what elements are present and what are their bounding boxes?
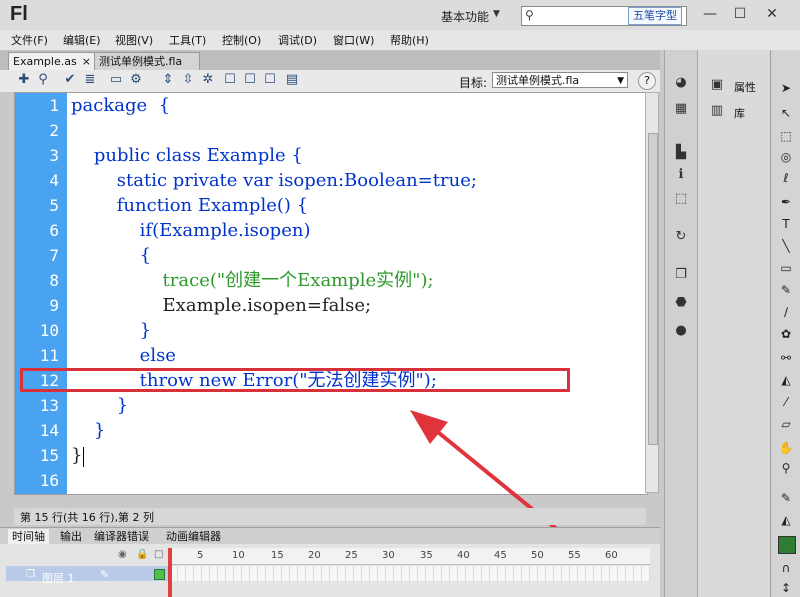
frame-number: 55 [568,550,581,561]
motion-presets-icon[interactable]: ● [672,322,690,340]
eyedropper-tool-icon[interactable]: ⁄ [778,394,794,410]
frame-number: 15 [271,550,284,561]
eye-icon[interactable]: ◉ [118,549,127,560]
lock-icon[interactable]: 🔒 [136,549,148,560]
align-icon[interactable]: ▙ [672,144,690,162]
frame-ruler[interactable]: 5 10 15 20 25 30 35 40 45 50 55 60 [170,548,650,565]
history-icon[interactable]: ↻ [672,228,690,246]
info-icon[interactable]: ℹ [672,166,690,184]
properties-panel-label[interactable]: 属性 [734,79,756,95]
playhead[interactable] [168,548,172,597]
smooth-icon[interactable]: ↕ [778,580,794,596]
layer-color-swatch[interactable] [154,569,165,580]
components-icon[interactable]: ⬣ [672,294,690,312]
tab-motion-editor[interactable]: 动画编辑器 [162,529,225,544]
pencil-icon: ✎ [100,568,110,581]
rectangle-tool-icon[interactable]: ▭ [778,260,794,276]
frame-number: 60 [605,550,618,561]
tab-compiler-errors[interactable]: 编译器错误 [90,529,153,544]
brush-tool-icon[interactable]: ∕ [778,304,794,320]
3d-rotation-tool-icon[interactable]: ◎ [778,149,794,165]
bone-tool-icon[interactable]: ⚯ [778,350,794,366]
selection-tool-icon[interactable]: ➤ [778,80,794,96]
frame-number: 20 [308,550,321,561]
zoom-tool-icon[interactable]: ⚲ [778,460,794,476]
frame-number: 25 [345,550,358,561]
frame-number: 10 [232,550,245,561]
frame-number: 45 [494,550,507,561]
transform-icon[interactable]: ⬚ [672,190,690,208]
library-icon[interactable]: ▥ [708,102,726,120]
properties-icon[interactable]: ▣ [708,76,726,94]
frame-number: 30 [382,550,395,561]
deco-tool-icon[interactable]: ✿ [778,326,794,342]
color-icon[interactable]: ◕ [672,74,690,92]
stroke-color-icon[interactable]: ✎ [778,490,794,506]
pencil-tool-icon[interactable]: ✎ [778,282,794,298]
code-snippets-icon[interactable]: ❐ [672,266,690,284]
swatches-icon[interactable]: ▦ [672,100,690,118]
tab-output[interactable]: 输出 [56,529,86,544]
layer-name[interactable]: 图层 1 [42,570,75,586]
outline-icon[interactable]: □ [154,549,163,560]
fill-color-icon[interactable]: ◭ [778,512,794,528]
lasso-tool-icon[interactable]: ℓ [778,170,794,186]
text-tool-icon[interactable]: T [778,216,794,232]
fill-swatch[interactable] [778,536,796,554]
snap-icon[interactable]: ∩ [778,560,794,576]
line-tool-icon[interactable]: ╲ [778,238,794,254]
tab-timeline[interactable]: 时间轴 [8,529,49,544]
frame-number: 5 [197,550,204,561]
pen-tool-icon[interactable]: ✒ [778,194,794,210]
tools-panel: ➤ ↖ ⬚ ◎ ℓ ✒ T ╲ ▭ ✎ ∕ ✿ ⚯ ◭ ⁄ ▱ ✋ ⚲ ✎ ◭ … [770,50,800,597]
status-bar: 第 15 行(共 16 行),第 2 列 [14,508,646,525]
hand-tool-icon[interactable]: ✋ [778,440,794,456]
eraser-tool-icon[interactable]: ▱ [778,416,794,432]
subselection-tool-icon[interactable]: ↖ [778,105,794,121]
paint-bucket-tool-icon[interactable]: ◭ [778,372,794,388]
bottom-panel-tabs: 时间轴 输出 编译器错误 动画编辑器 [0,527,660,545]
frame-number: 35 [420,550,433,561]
panel-dock-icons: ◕ ▦ ▙ ℹ ⬚ ↻ ❐ ⬣ ● [664,50,697,597]
frame-number: 50 [531,550,544,561]
library-panel-label[interactable]: 库 [734,105,745,121]
free-transform-tool-icon[interactable]: ⬚ [778,128,794,144]
cursor-position: 第 15 行(共 16 行),第 2 列 [20,511,155,524]
frame-number: 40 [457,550,470,561]
frame-cells[interactable] [170,566,650,581]
layer-icon: ❐ [26,569,35,580]
panel-dock: ▣ 属性 ▥ 库 [697,50,770,597]
